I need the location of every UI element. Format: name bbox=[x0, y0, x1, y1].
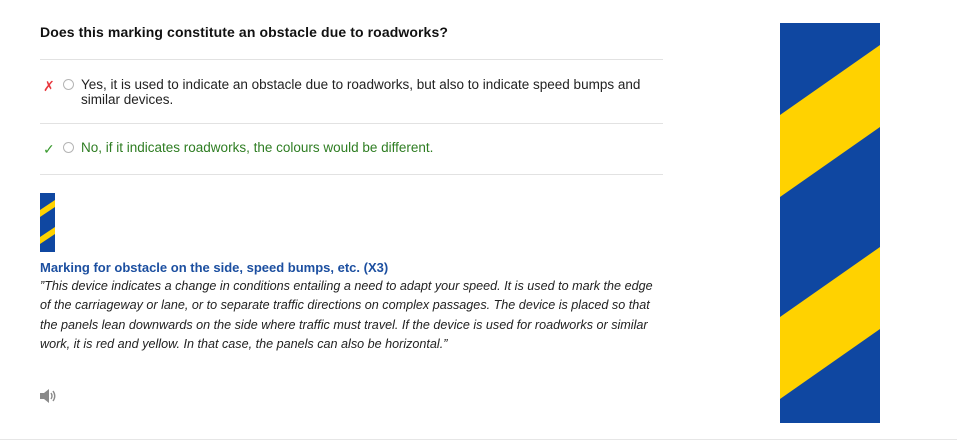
divider bbox=[40, 174, 663, 175]
sign-thumbnail bbox=[40, 193, 55, 252]
answer-text-1: Yes, it is used to indicate an obstacle … bbox=[81, 77, 641, 107]
explanation-text: ”This device indicates a change in condi… bbox=[40, 279, 653, 351]
answer-radio-2[interactable] bbox=[63, 142, 74, 153]
question-title: Does this marking constitute an obstacle… bbox=[40, 24, 448, 40]
divider bbox=[40, 123, 663, 124]
bottom-divider bbox=[0, 439, 957, 440]
answer-option-2[interactable]: ✓ No, if it indicates roadworks, the col… bbox=[40, 139, 663, 159]
obstacle-marker-sign bbox=[780, 23, 880, 423]
explanation-title: Marking for obstacle on the side, speed … bbox=[40, 260, 389, 275]
wrong-mark-icon: ✗ bbox=[43, 78, 55, 94]
speaker-icon[interactable] bbox=[39, 388, 57, 404]
answer-option-1[interactable]: ✗ Yes, it is used to indicate an obstacl… bbox=[40, 76, 663, 116]
question-page: Does this marking constitute an obstacle… bbox=[0, 0, 957, 441]
correct-mark-icon: ✓ bbox=[43, 141, 55, 157]
answer-radio-1[interactable] bbox=[63, 79, 74, 90]
divider bbox=[40, 59, 663, 60]
answer-text-2: No, if it indicates roadworks, the colou… bbox=[81, 140, 434, 155]
